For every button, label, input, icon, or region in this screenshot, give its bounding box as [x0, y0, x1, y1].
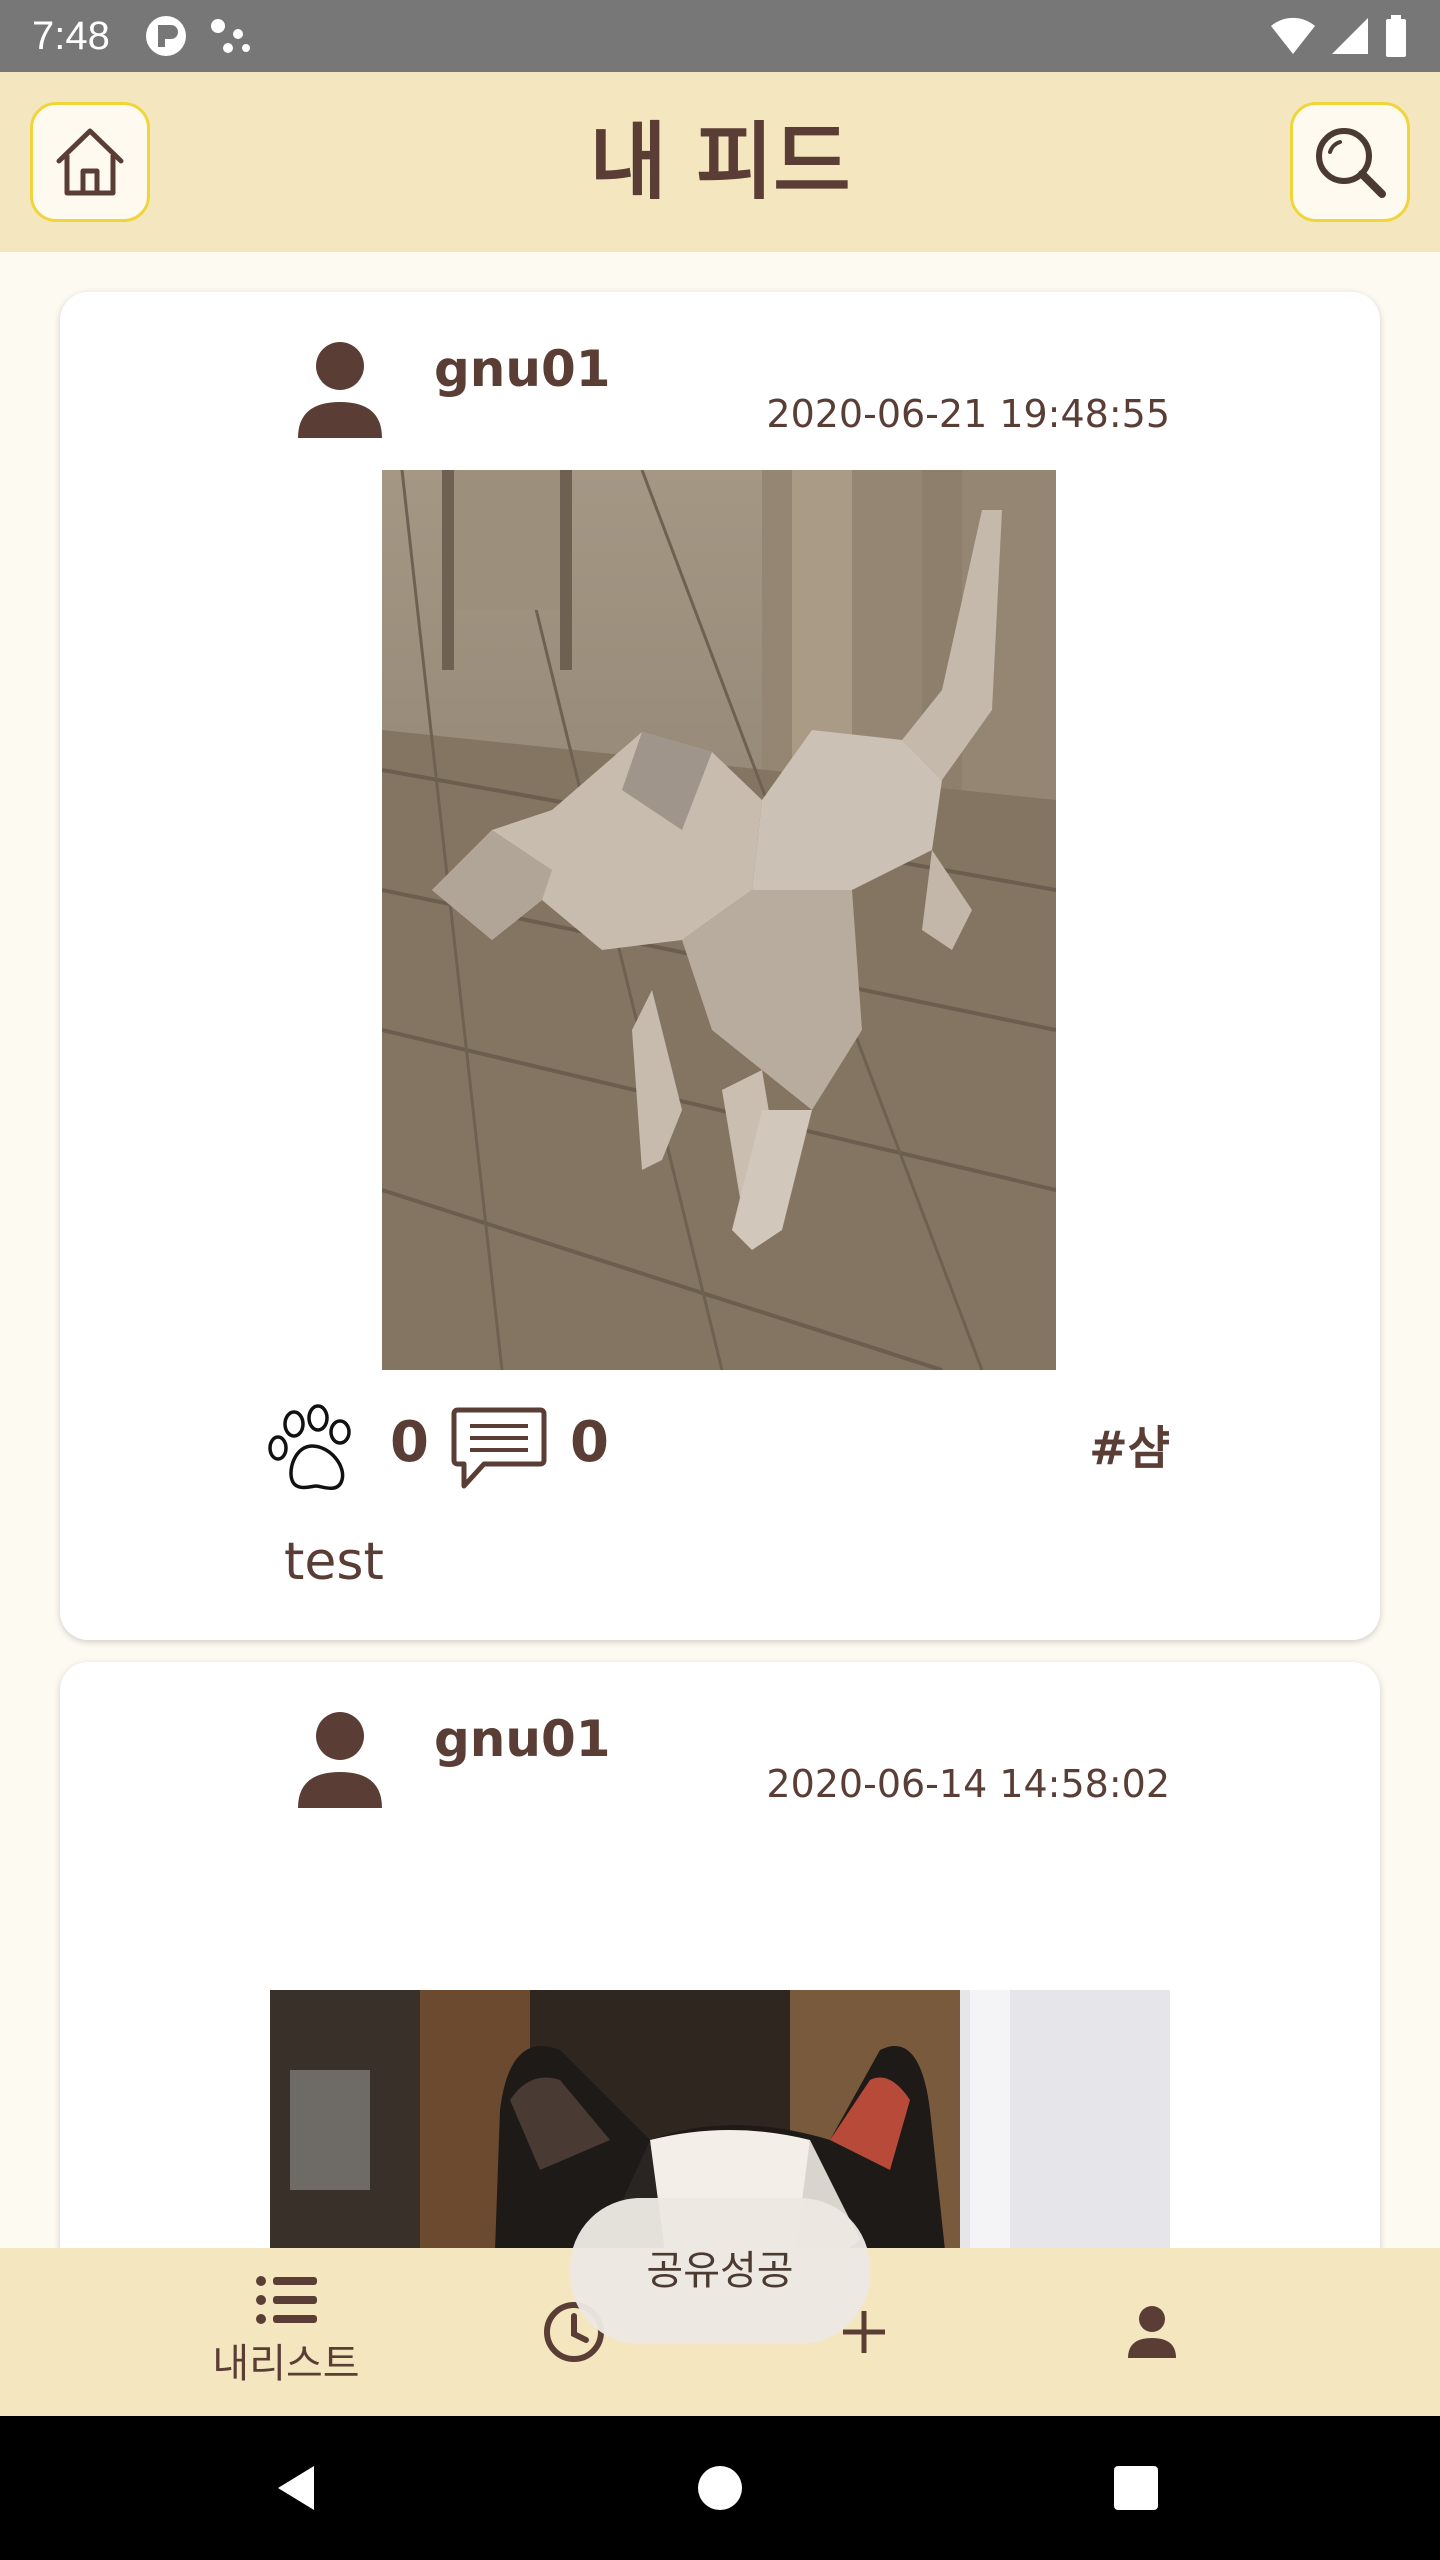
post-timestamp: 2020-06-21 19:48:55 [766, 392, 1170, 436]
recents-icon[interactable] [1104, 2456, 1168, 2520]
app-notification-icon [145, 16, 186, 56]
status-time: 7:48 [32, 13, 110, 58]
status-notifications [144, 14, 252, 58]
post-username[interactable]: gnu01 [434, 1710, 611, 1768]
user-avatar-icon [298, 342, 382, 438]
nav-my-list[interactable]: 내리스트 [166, 2248, 406, 2416]
page-title: 내 피드 [589, 113, 851, 211]
post-hashtag[interactable]: #샴 [1089, 1412, 1170, 1478]
comment-icon[interactable] [450, 1404, 548, 1494]
search-button[interactable] [1290, 102, 1410, 222]
wifi-icon [1271, 17, 1315, 54]
status-indicators [1270, 15, 1408, 57]
assistant-dots-icon [210, 19, 250, 53]
home-circle-icon[interactable] [688, 2456, 752, 2520]
person-icon [1128, 2306, 1176, 2358]
nav-my-list-label: 내리스트 [212, 2341, 360, 2387]
cell-signal-icon [1332, 18, 1368, 54]
battery-icon [1386, 15, 1406, 57]
comment-count: 0 [570, 1410, 609, 1475]
search-icon [1316, 128, 1386, 198]
status-bar: 7:48 [0, 0, 1440, 72]
user-avatar-icon [298, 1712, 382, 1808]
back-icon[interactable] [266, 2456, 330, 2520]
post-timestamp: 2020-06-14 14:58:02 [766, 1762, 1170, 1806]
post-username[interactable]: gnu01 [434, 340, 611, 398]
like-count: 0 [390, 1410, 429, 1475]
feed-post[interactable]: gnu01 2020-06-21 19:48:55 0 0 #샴 test [60, 292, 1380, 1640]
post-caption: test [284, 1532, 384, 1592]
toast-message: 공유성공 [570, 2198, 870, 2344]
post-image-dog[interactable] [382, 470, 1056, 1370]
nav-profile[interactable] [1032, 2248, 1272, 2416]
paw-like-icon[interactable] [266, 1402, 362, 1498]
list-icon [256, 2276, 317, 2324]
system-nav-bar [0, 2416, 1440, 2560]
app-bar: 내 피드 [0, 72, 1440, 252]
dog-photo [382, 470, 1056, 1370]
